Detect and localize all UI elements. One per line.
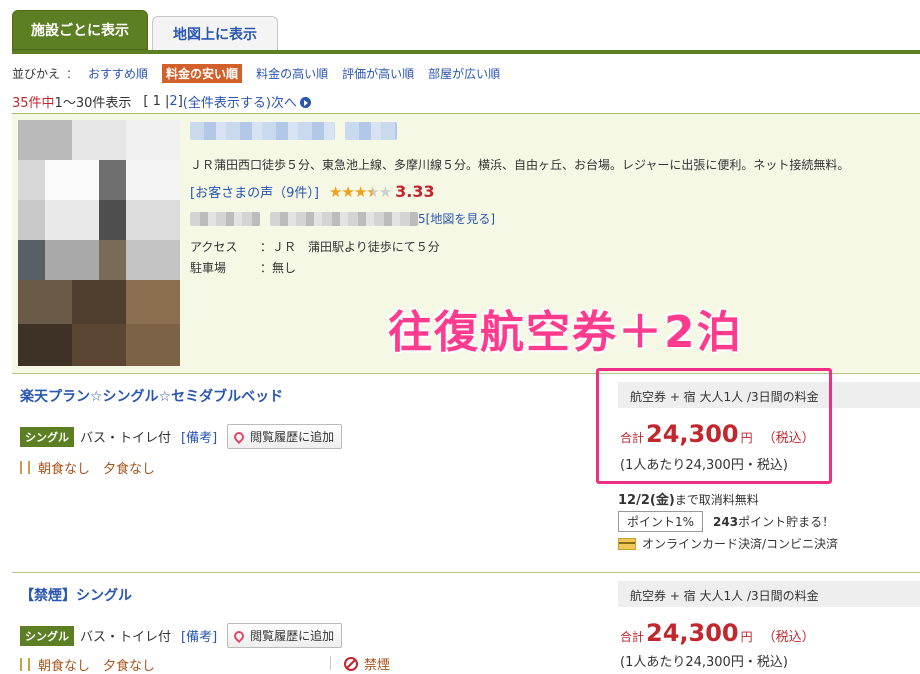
parking-row: 駐車場 ：無し (190, 259, 296, 276)
points-badge: ポイント1% (618, 511, 704, 532)
sort-bar: 並びかえ ： おすすめ順 料金の安い順 料金の高い順 評価が高い順 部屋が広い順 (12, 64, 514, 83)
non-smoking-row: 禁煙 (344, 654, 390, 673)
cancel-date: 12/2(金) (618, 493, 675, 508)
non-smoking-text: 禁煙 (364, 658, 391, 673)
meals-text: 朝食なし 夕食なし (38, 462, 156, 477)
fork-knife-icon (20, 658, 30, 671)
pagination-open: [ (143, 94, 149, 109)
note-link[interactable]: [備考] (181, 626, 217, 645)
sort-price-low[interactable]: 料金の安い順 (162, 64, 243, 83)
plan-title-link[interactable]: 楽天プラン☆シングル☆セミダブルベッド (20, 386, 283, 406)
price-amount: 24,300 (646, 619, 739, 647)
add-history-label: 閲覧履歴に追加 (250, 629, 335, 643)
payment-row: オンラインカード決済/コンビニ決済 (618, 535, 838, 552)
next-link[interactable]: 次へ (271, 92, 297, 111)
note-link[interactable]: [備考] (181, 427, 217, 446)
reviews-link[interactable]: [お客さまの声（9件）] (190, 182, 319, 201)
total-label: 合計 (620, 630, 645, 644)
pagination: [ 1 |2] (143, 94, 182, 109)
address-blurred-2 (270, 211, 418, 226)
sort-colon: ： (66, 67, 79, 81)
show-all-link[interactable]: (全件表示する) (183, 92, 271, 111)
parking-value: ：無し (260, 261, 297, 275)
tab-underline (12, 50, 920, 54)
address-blurred (190, 211, 260, 226)
price-total: 合計 24,300 円 （税込） (620, 619, 815, 647)
view-tabs: 施設ごとに表示 地図上に表示 (0, 0, 920, 54)
points-value: 243 (713, 514, 739, 529)
plan-title-link[interactable]: 【禁煙】シングル (20, 585, 132, 605)
tax-label: （税込） (762, 630, 815, 645)
plan-tags: シングル バス・トイレ付 [備考] 閲覧履歴に追加 (20, 424, 343, 449)
divider (330, 656, 331, 670)
yen-label: 円 (740, 630, 753, 644)
sort-price-high[interactable]: 料金の高い順 (256, 65, 328, 82)
payment-text: オンラインカード決済/コンビニ決済 (642, 537, 839, 551)
add-history-button[interactable]: 閲覧履歴に追加 (227, 424, 343, 449)
price-header: 航空券 + 宿 大人1人 /3日間の料金 (618, 581, 920, 607)
pin-icon (232, 429, 247, 444)
meals-row: 朝食なし 夕食なし (20, 655, 155, 674)
facility-text: バス・トイレ付 (80, 431, 172, 446)
access-value: ：ＪＲ 蒲田駅より徒歩にて５分 (260, 240, 440, 254)
facility-text: バス・トイレ付 (80, 630, 172, 645)
add-history-label: 閲覧履歴に追加 (250, 430, 335, 444)
sort-room-large[interactable]: 部屋が広い順 (428, 65, 500, 82)
cancel-text: まで取消料無料 (674, 493, 759, 507)
sort-label: 並びかえ (12, 67, 61, 81)
reviews-row: [お客さまの声（9件）] ★★★★★ 3.33 (190, 182, 435, 201)
access-row: アクセス ：ＪＲ 蒲田駅より徒歩にて５分 (190, 238, 440, 255)
address-row: 5[地図を見る] (190, 210, 495, 227)
price-highlight-box (596, 368, 832, 484)
hotel-photo[interactable] (18, 120, 180, 366)
total-count: 35件中 (12, 96, 55, 111)
meals-text: 朝食なし 夕食なし (38, 659, 156, 674)
cancel-policy: 12/2(金)まで取消料無料 (618, 489, 759, 508)
room-type-badge: シングル (20, 426, 74, 447)
tab-on-map[interactable]: 地図上に表示 (152, 16, 278, 50)
hotel-name-blurred[interactable] (190, 122, 397, 140)
tab-by-facility[interactable]: 施設ごとに表示 (12, 10, 148, 50)
points-row: ポイント1% 243 ポイント貯まる！ (618, 511, 834, 532)
no-smoking-icon (344, 656, 358, 671)
access-label: アクセス (190, 240, 238, 254)
parking-label: 駐車場 (190, 261, 227, 275)
fork-knife-icon (20, 461, 30, 474)
promo-overlay-text: 往復航空券＋2泊 (388, 307, 743, 358)
hotel-description: ＪＲ蒲田西口徒歩５分、東急池上線、多摩川線５分。横浜、自由ヶ丘、お台場。レジャー… (190, 158, 850, 172)
sort-recommended[interactable]: おすすめ順 (88, 65, 148, 82)
price-per-person: (1人あたり24,300円・税込) (620, 655, 788, 670)
room-type-badge: シングル (20, 625, 74, 646)
sort-rating-high[interactable]: 評価が高い順 (342, 65, 414, 82)
plan-row: 【禁煙】シングル シングル バス・トイレ付 [備考] 閲覧履歴に追加 朝食なし … (12, 572, 920, 674)
meals-row: 朝食なし 夕食なし (20, 458, 155, 477)
rating-value: 3.33 (395, 182, 435, 201)
page-1: 1 (152, 94, 161, 109)
next-arrow-icon[interactable] (299, 97, 311, 108)
rating-stars-icon: ★★★★★ (328, 182, 392, 201)
plan-tags: シングル バス・トイレ付 [備考] 閲覧履歴に追加 (20, 623, 343, 648)
range-text: 1〜30件表示 (54, 96, 132, 111)
page-2-link[interactable]: 2 (169, 94, 177, 109)
points-text: ポイント貯まる！ (738, 515, 835, 529)
add-history-button[interactable]: 閲覧履歴に追加 (227, 623, 343, 648)
pin-icon (232, 628, 247, 643)
credit-card-icon (618, 537, 636, 550)
map-link[interactable]: 5[地図を見る] (418, 210, 495, 227)
results-count: 35件中 1〜30件表示 [ 1 |2] (全件表示する) 次へ (12, 92, 311, 111)
